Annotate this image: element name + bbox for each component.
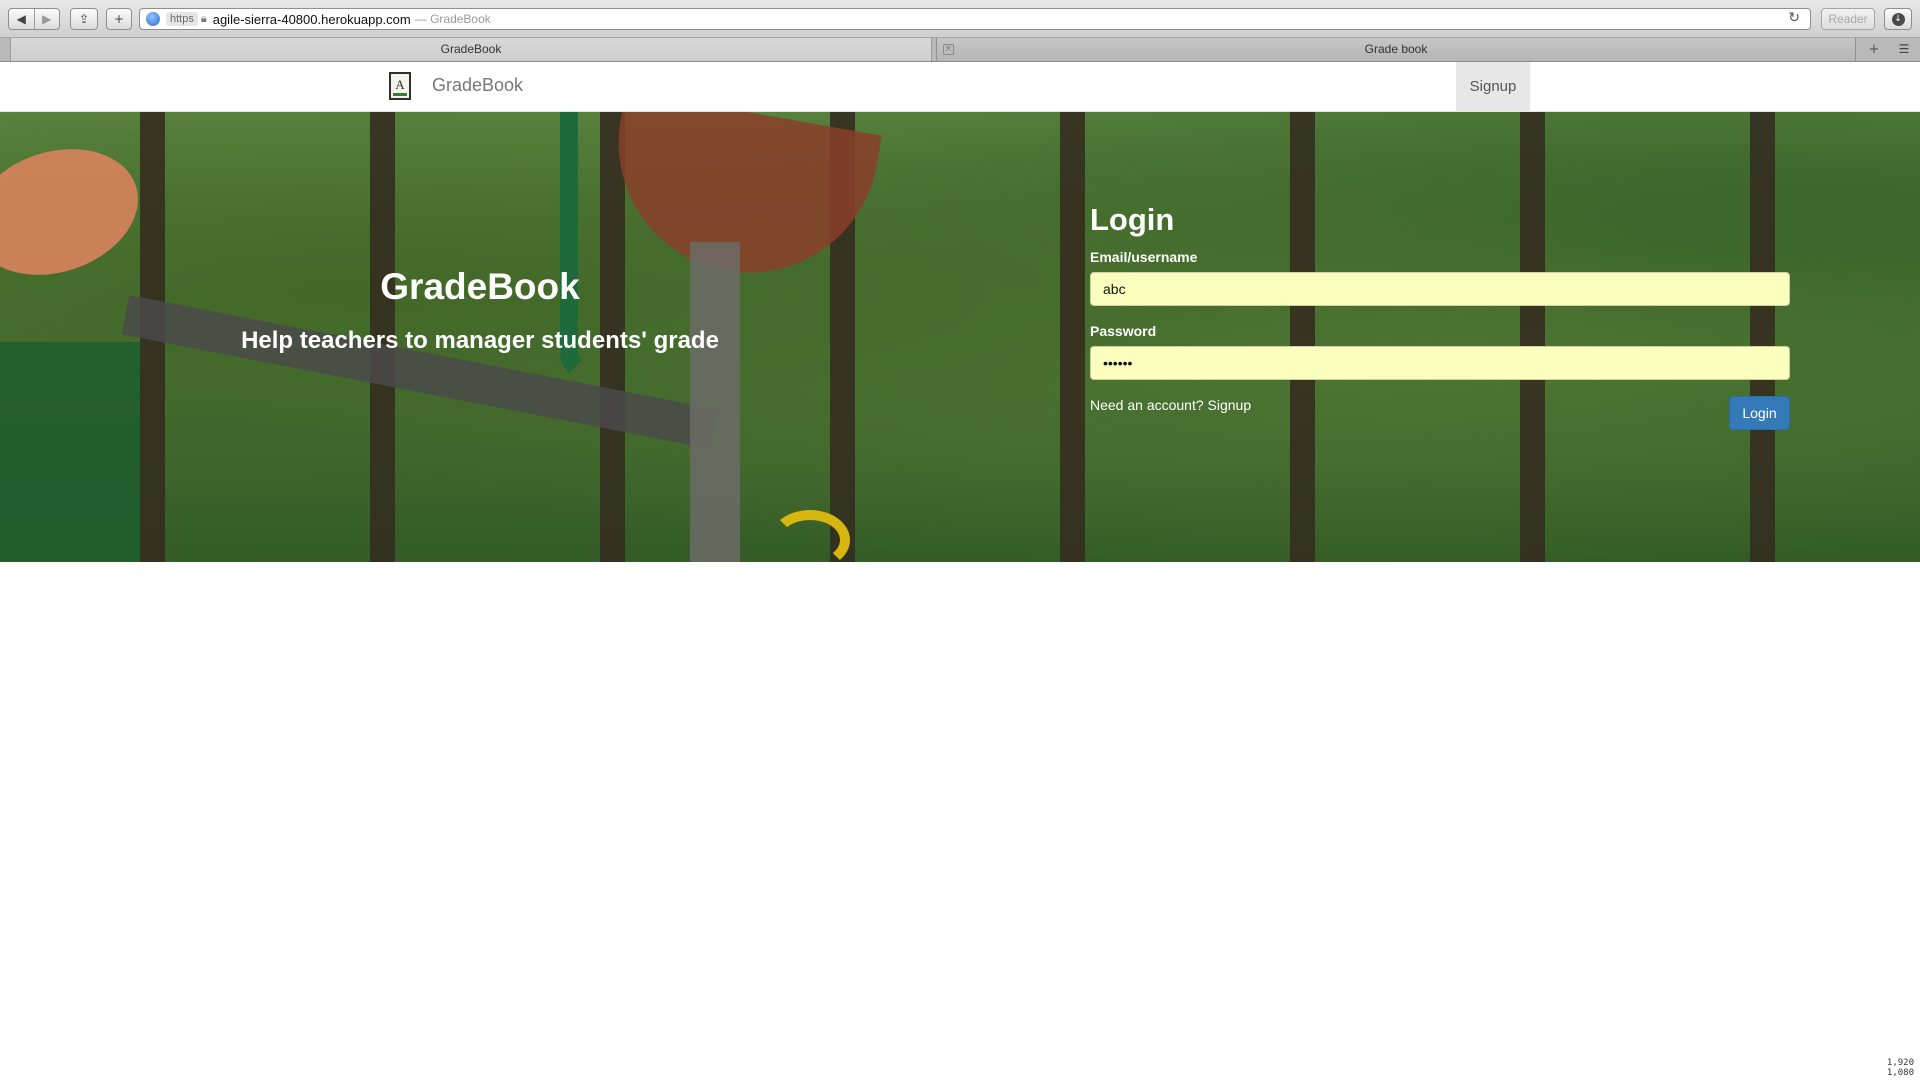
url-page-title: — GradeBook	[414, 12, 491, 26]
address-bar[interactable]: https 🔒︎ agile-sierra-40800.herokuapp.co…	[139, 8, 1811, 30]
login-heading: Login	[1090, 202, 1175, 237]
hero-subtitle: Help teachers to manager students' grade	[241, 327, 719, 354]
close-icon[interactable]: ×	[943, 44, 954, 55]
forward-arrow-icon[interactable]: ▶	[35, 12, 60, 26]
email-label: Email/username	[1090, 249, 1198, 265]
brand-link[interactable]: GradeBook	[432, 75, 523, 96]
share-icon[interactable]: ⇪	[70, 8, 98, 30]
email-field[interactable]	[1090, 272, 1790, 306]
tab-overview-icon[interactable]: ☰	[1890, 38, 1918, 61]
site-navbar: A GradeBook Signup	[0, 62, 1920, 112]
downloads-icon[interactable]: ↓	[1884, 8, 1912, 30]
tab-label: GradeBook	[440, 42, 502, 56]
login-button[interactable]: Login	[1729, 396, 1790, 430]
back-forward-group: ◀ ▶	[8, 8, 60, 30]
nav-signup-link[interactable]: Signup	[1456, 62, 1530, 112]
globe-icon	[146, 12, 160, 26]
url-scheme: https	[166, 12, 198, 26]
tab-bar: GradeBook × Grade book + ☰	[0, 38, 1920, 62]
reader-button[interactable]: Reader	[1821, 8, 1875, 30]
url-host: agile-sierra-40800.herokuapp.com	[212, 11, 411, 27]
screen-size-readout: 1,920 1,080	[1886, 1058, 1914, 1078]
need-account-text: Need an account? Signup	[1090, 397, 1251, 413]
plus-icon[interactable]: +	[106, 8, 132, 30]
hero-banner: GradeBook Help teachers to manager stude…	[0, 112, 1920, 562]
signup-link[interactable]: Signup	[1208, 397, 1252, 413]
browser-toolbar: ◀ ▶ ⇪ + https 🔒︎ agile-sierra-40800.hero…	[0, 0, 1920, 38]
reload-icon[interactable]: ↻	[1788, 10, 1800, 26]
gradebook-logo-icon[interactable]: A	[389, 72, 411, 100]
need-account-label: Need an account?	[1090, 397, 1204, 413]
lock-icon: 🔒︎	[200, 12, 207, 25]
tab-gradebook[interactable]: GradeBook	[10, 38, 932, 61]
hero-title: GradeBook	[380, 266, 580, 307]
tab-label: Grade book	[1364, 42, 1428, 56]
password-label: Password	[1090, 323, 1157, 339]
back-arrow-icon[interactable]: ◀	[9, 12, 34, 26]
tab-grade-book[interactable]: × Grade book	[936, 38, 1856, 61]
password-field[interactable]	[1090, 346, 1790, 380]
new-tab-icon[interactable]: +	[1860, 38, 1888, 61]
